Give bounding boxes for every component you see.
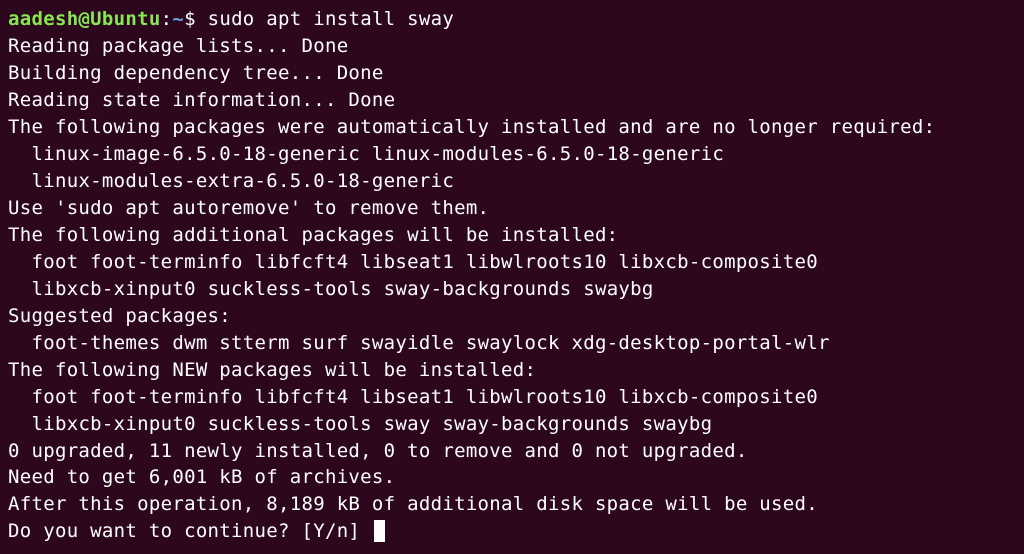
output-line: linux-modules-extra-6.5.0-18-generic <box>8 170 454 192</box>
command-text: sudo apt install sway <box>208 8 455 30</box>
output-line: The following packages were automaticall… <box>8 116 935 138</box>
output-line: Suggested packages: <box>8 305 231 327</box>
terminal-output[interactable]: aadesh@Ubuntu:~$ sudo apt install sway R… <box>8 6 1016 545</box>
output-line: The following NEW packages will be insta… <box>8 359 536 381</box>
prompt-dollar: $ <box>184 8 207 30</box>
output-line: Need to get 6,001 kB of archives. <box>8 466 395 488</box>
output-line: 0 upgraded, 11 newly installed, 0 to rem… <box>8 440 748 462</box>
prompt-user: aadesh@Ubuntu <box>8 8 161 30</box>
cursor-icon <box>374 520 385 542</box>
output-line: The following additional packages will b… <box>8 224 618 246</box>
output-line: libxcb-xinput0 suckless-tools sway-backg… <box>8 278 654 300</box>
prompt-separator: : <box>161 8 173 30</box>
output-line: After this operation, 8,189 kB of additi… <box>8 493 818 515</box>
output-line: foot foot-terminfo libfcft4 libseat1 lib… <box>8 251 818 273</box>
prompt-path: ~ <box>172 8 184 30</box>
output-prompt-line: Do you want to continue? [Y/n] <box>8 520 372 542</box>
output-line: Reading state information... Done <box>8 89 395 111</box>
output-line: foot-themes dwm stterm surf swayidle swa… <box>8 332 830 354</box>
output-line: Building dependency tree... Done <box>8 62 384 84</box>
output-line: Use 'sudo apt autoremove' to remove them… <box>8 197 489 219</box>
output-line: linux-image-6.5.0-18-generic linux-modul… <box>8 143 724 165</box>
output-line: foot foot-terminfo libfcft4 libseat1 lib… <box>8 386 818 408</box>
output-line: libxcb-xinput0 suckless-tools sway sway-… <box>8 413 712 435</box>
output-line: Reading package lists... Done <box>8 35 348 57</box>
